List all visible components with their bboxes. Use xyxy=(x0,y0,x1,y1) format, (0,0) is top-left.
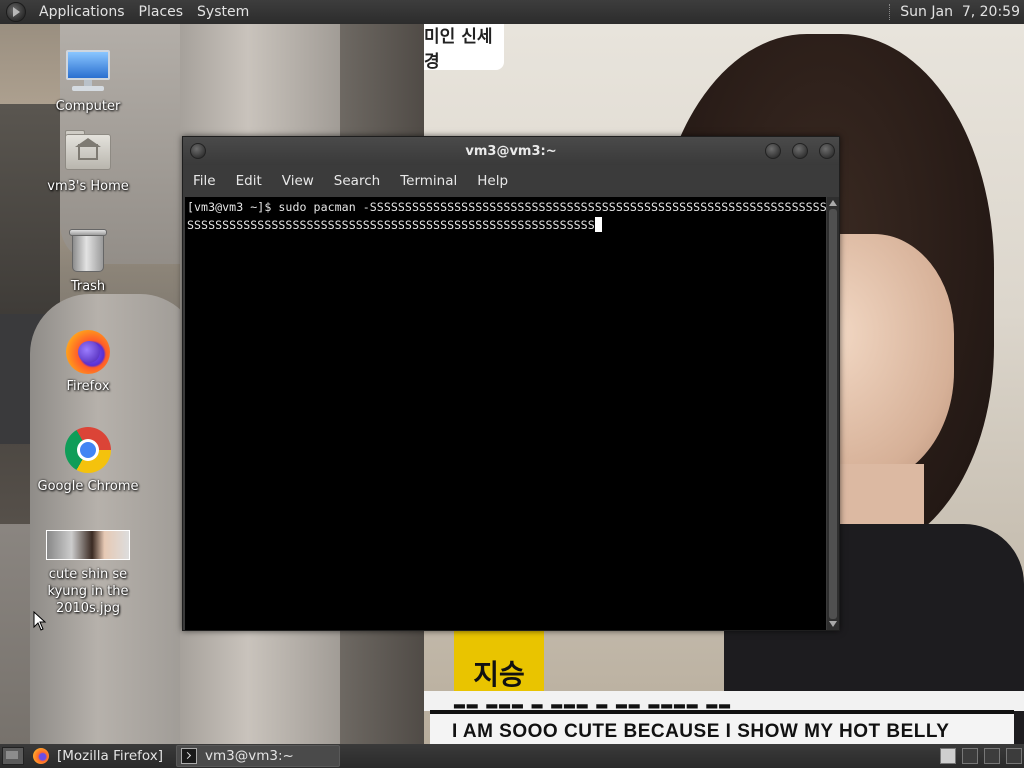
desktop-icon-computer[interactable]: Computer xyxy=(32,46,144,115)
wallpaper-subtitle-top: ▂▂ ▂▂▂ ▂ ▂▂▂ ▂ ▂▂ ▂▂▂▂ ▂▂ xyxy=(424,691,1024,711)
terminal-window[interactable]: vm3@vm3:~ File Edit View Search Terminal… xyxy=(182,136,840,631)
menu-terminal[interactable]: Terminal xyxy=(390,169,467,193)
taskbar-item-label: vm3@vm3:~ xyxy=(205,748,294,764)
wallpaper-name-box-text: 지승 xyxy=(473,658,525,691)
chrome-icon xyxy=(64,426,112,474)
desktop-icon-label: Trash xyxy=(70,279,106,294)
desktop-icon-label: Firefox xyxy=(66,379,110,394)
terminal-menubar: File Edit View Search Terminal Help xyxy=(183,169,839,193)
menu-file[interactable]: File xyxy=(183,169,226,193)
desktop-icon-chrome[interactable]: Google Chrome xyxy=(32,426,144,495)
menu-view[interactable]: View xyxy=(272,169,324,193)
clock-area: Sun Jan 7, 20:59 xyxy=(889,0,1020,24)
window-title: vm3@vm3:~ xyxy=(465,144,557,159)
terminal-text: [vm3@vm3 ~]$ sudo pacman -SSSSSSSSSSSSSS… xyxy=(187,198,827,234)
firefox-icon xyxy=(64,326,112,374)
maximize-button[interactable] xyxy=(792,143,808,159)
trash-icon xyxy=(64,226,112,274)
wallpaper-subtitle-top-text: ▂▂ ▂▂▂ ▂ ▂▂▂ ▂ ▂▂ ▂▂▂▂ ▂▂ xyxy=(454,693,732,709)
wallpaper-subtitle-banner: I AM SOOO CUTE BECAUSE I SHOW MY HOT BEL… xyxy=(430,710,1014,744)
menu-applications[interactable]: Applications xyxy=(32,0,132,24)
taskbar-item-terminal[interactable]: vm3@vm3:~ xyxy=(176,745,341,767)
scroll-up-icon[interactable] xyxy=(829,200,837,206)
wallpaper-tv-logo: 미인 신세경 xyxy=(424,24,504,72)
close-button[interactable] xyxy=(819,143,835,159)
desktop-icon-trash[interactable]: Trash xyxy=(32,226,144,295)
firefox-icon xyxy=(33,748,49,764)
scroll-thumb[interactable] xyxy=(829,209,837,619)
taskbar-item-label: [Mozilla Firefox] xyxy=(57,748,164,764)
bottom-panel: [Mozilla Firefox] vm3@vm3:~ xyxy=(0,744,1024,768)
workspace-2[interactable] xyxy=(962,748,978,764)
workspace-4[interactable] xyxy=(1006,748,1022,764)
desktop-icon-label: cute shin se kyung in the 2010s.jpg xyxy=(47,567,129,616)
terminal-scrollbar[interactable] xyxy=(827,197,839,630)
workspace-1[interactable] xyxy=(940,748,956,764)
top-panel: Applications Places System Sun Jan 7, 20… xyxy=(0,0,1024,24)
show-desktop-icon[interactable] xyxy=(2,747,24,765)
typed-command: sudo pacman -SSSSSSSSSSSSSSSSSSSSSSSSSSS… xyxy=(187,200,827,232)
menu-help[interactable]: Help xyxy=(467,169,518,193)
computer-icon xyxy=(64,46,112,94)
desktop-icon-label: Google Chrome xyxy=(37,479,139,494)
clock[interactable]: Sun Jan 7, 20:59 xyxy=(900,4,1020,20)
terminal-icon xyxy=(181,748,198,764)
window-titlebar[interactable]: vm3@vm3:~ xyxy=(183,137,839,165)
menu-system[interactable]: System xyxy=(190,0,256,24)
scroll-down-icon[interactable] xyxy=(829,621,837,627)
panel-handle xyxy=(889,4,892,20)
desktop-icon-firefox[interactable]: Firefox xyxy=(32,326,144,395)
home-folder-icon xyxy=(64,126,112,174)
shell-prompt: [vm3@vm3 ~]$ xyxy=(187,200,279,214)
menu-edit[interactable]: Edit xyxy=(226,169,272,193)
minimize-button[interactable] xyxy=(765,143,781,159)
menu-places[interactable]: Places xyxy=(132,0,191,24)
text-cursor xyxy=(594,217,602,232)
menu-search[interactable]: Search xyxy=(324,169,390,193)
wallpaper-subtitle-text: I AM SOOO CUTE BECAUSE I SHOW MY HOT BEL… xyxy=(452,721,950,742)
image-file-icon xyxy=(46,514,130,562)
main-menu-logo-icon[interactable] xyxy=(6,2,26,22)
desktop-icon-label: vm3's Home xyxy=(47,179,129,194)
desktop-icon-home[interactable]: vm3's Home xyxy=(32,126,144,195)
desktop-icon-label: Computer xyxy=(55,99,121,114)
terminal-output[interactable]: [vm3@vm3 ~]$ sudo pacman -SSSSSSSSSSSSSS… xyxy=(185,197,827,630)
taskbar-item-firefox[interactable]: [Mozilla Firefox] xyxy=(28,745,170,767)
workspace-3[interactable] xyxy=(984,748,1000,764)
desktop-icon-jpg[interactable]: cute shin se kyung in the 2010s.jpg xyxy=(32,514,144,617)
